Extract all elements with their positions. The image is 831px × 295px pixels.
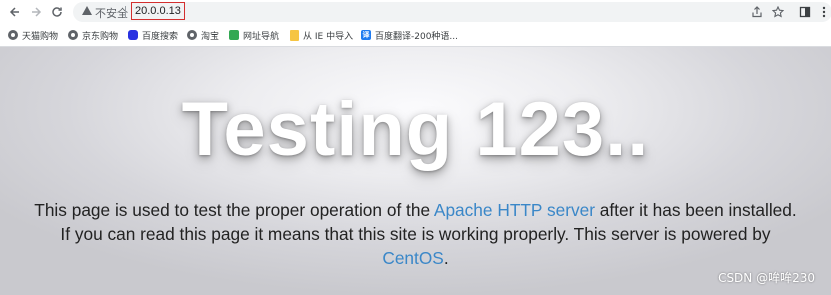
apache-link[interactable]: Apache HTTP server [434,200,595,220]
bookmark-item[interactable]: 淘宝 [187,28,219,42]
menu-button[interactable] [815,3,831,21]
nav-icon [229,30,239,40]
reload-button[interactable] [48,3,66,21]
bookmark-label: 京东购物 [82,31,119,42]
bookmark-label: 网址导航 [243,31,280,42]
back-button[interactable] [6,3,24,21]
kebab-menu-icon [822,6,826,18]
address-bar[interactable]: 不安全 20.0.0.13 [73,2,831,22]
description-text: This page is used to test the proper ope… [34,200,434,220]
baidu-paw-icon [128,30,138,40]
folder-icon [290,29,299,41]
arrow-right-icon [32,7,42,17]
bookmark-item[interactable]: 京东购物 [68,28,118,42]
warning-icon [82,6,92,15]
arrow-left-icon [9,7,19,17]
bookmark-item[interactable]: 译 百度翻译-200种语... [361,28,458,42]
share-icon[interactable] [749,4,765,20]
side-panel-icon [799,6,811,18]
reload-icon [52,7,62,17]
bookmark-label: 从 IE 中导入 [303,31,354,42]
bookmark-label: 淘宝 [201,31,220,42]
star-icon[interactable] [770,4,786,20]
centos-link[interactable]: CentOS [382,248,443,268]
browser-toolbar: 不安全 20.0.0.13 [0,0,831,24]
globe-icon [187,30,197,40]
security-label: 不安全 [95,7,128,20]
watermark: CSDN @哞哞230 [718,271,815,285]
bookmarks-bar: 天猫购物 京东购物 百度搜索 淘宝 网址导航 从 IE 中导入 译 百度翻译-2… [0,24,831,47]
page-headline: Testing 123.. [181,87,650,172]
address-separator [125,6,126,18]
globe-icon [8,30,18,40]
bookmark-item[interactable]: 网址导航 [229,28,279,42]
globe-icon [68,30,78,40]
side-panel-button[interactable] [796,3,814,21]
browser-window: 不安全 20.0.0.13 天猫购物 京东购物 百度搜索 淘宝 网址导航 从 I… [0,0,831,295]
bookmark-item[interactable]: 百度搜索 [128,28,178,42]
description-text: . [443,248,449,268]
bookmark-label: 百度搜索 [142,31,179,42]
bookmark-label: 天猫购物 [22,31,59,42]
url-text[interactable]: 20.0.0.13 [131,2,185,20]
forward-button[interactable] [27,3,45,21]
bookmark-item[interactable]: 从 IE 中导入 [290,28,353,42]
page-content: Testing 123.. This page is used to test … [0,47,831,295]
page-description: This page is used to test the proper ope… [30,198,801,270]
fanyi-icon: 译 [361,30,371,40]
bookmark-item[interactable]: 天猫购物 [8,28,58,42]
bookmark-label: 百度翻译-200种语... [375,31,459,42]
